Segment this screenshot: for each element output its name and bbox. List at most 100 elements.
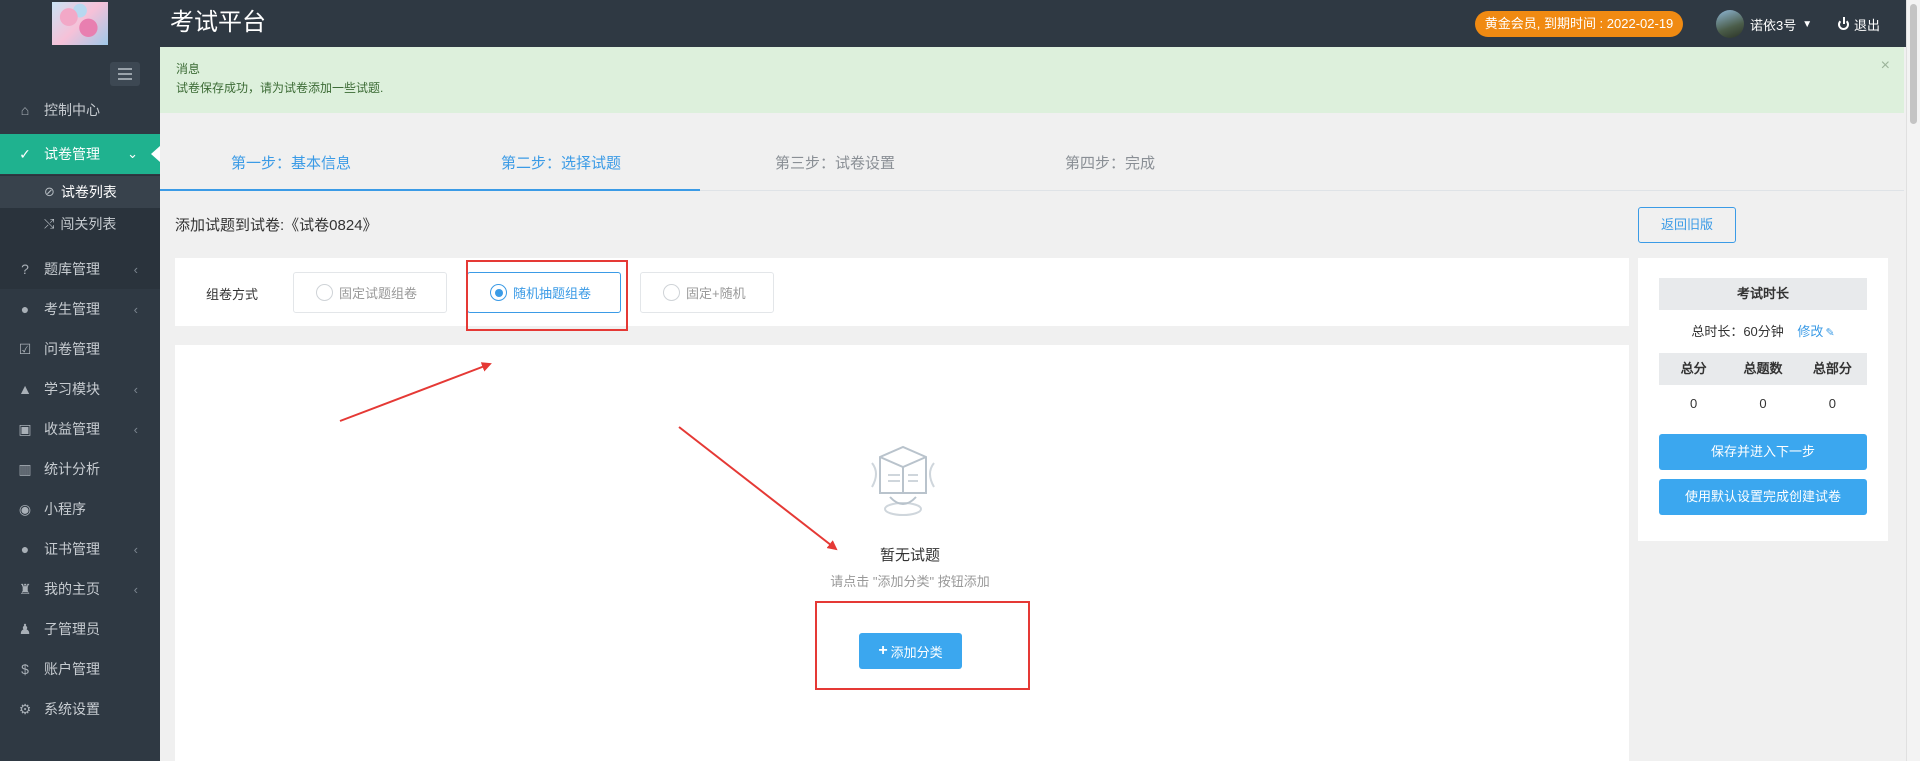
sidebar-item-sub-admin[interactable]: ♟ 子管理员 [0, 609, 160, 649]
exam-duration-row: 总时长：60分钟 修改 ✎ [1638, 321, 1888, 340]
money-icon: ▣ [18, 420, 32, 437]
empty-state-hint: 请点击 "添加分类" 按钮添加 [830, 574, 990, 589]
stats-header: 总分 总题数 总部分 [1659, 353, 1867, 385]
sidebar-item-label: 考生管理 [44, 301, 100, 317]
sidebar: ⌂ 控制中心 ✓ 试卷管理 ⌄ ⊘ 试卷列表 ⤭ 闯关列表 ? 题库管理 ‹ ●… [0, 47, 160, 761]
gear-icon: ⚙ [18, 700, 32, 717]
wechat-icon: ◉ [18, 500, 32, 517]
pencil-icon: ✎ [1825, 327, 1835, 339]
sidebar-item-label: 子管理员 [44, 621, 100, 637]
sidebar-item-settings[interactable]: ⚙ 系统设置 [0, 689, 160, 729]
sidebar-item-label: 问卷管理 [44, 341, 100, 357]
logo-image[interactable] [52, 2, 108, 45]
step-4[interactable]: 第四步：完成 [1065, 152, 1155, 173]
empty-state-title: 暂无试题 [879, 547, 940, 564]
graduation-cap-icon: ▲ [18, 381, 32, 397]
step-progress-bar [160, 189, 700, 191]
stats-total-score: 0 [1690, 396, 1698, 411]
alert-title: 消息 [176, 62, 201, 76]
chevron-left-icon: ‹ [133, 301, 138, 317]
checkbox-icon: ☑ [18, 340, 32, 357]
active-indicator [151, 146, 160, 162]
sidebar-item-examinees[interactable]: ● 考生管理 ‹ [0, 289, 160, 329]
option-label: 固定+随机 [686, 286, 746, 301]
annotation-highlight-box [466, 260, 628, 331]
sidebar-item-question-bank[interactable]: ? 题库管理 ‹ [0, 249, 160, 289]
alert-message: 试卷保存成功，请为试卷添加一些试题. [176, 81, 384, 95]
sidebar-item-label: 账户管理 [44, 661, 100, 677]
page-title: 添加试题到试卷:《试卷0824》 [175, 217, 378, 234]
save-and-next-button[interactable]: 保存并进入下一步 [1659, 434, 1867, 470]
sidebar-item-label: 系统设置 [44, 701, 100, 717]
annotation-highlight-box [815, 601, 1030, 690]
step-tabs: 第一步：基本信息 第二步：选择试题 第三步：试卷设置 第四步：完成 [160, 113, 1904, 191]
page-scrollbar[interactable] [1906, 0, 1920, 761]
check-circle-icon: ✓ [19, 145, 31, 162]
question-circle-icon: ? [21, 261, 29, 277]
sidebar-item-label: 小程序 [44, 501, 86, 517]
option-fixed-questions[interactable]: 固定试题组卷 [293, 272, 447, 313]
exam-summary-panel: 考试时长 总时长：60分钟 修改 ✎ 总分 总题数 总部分 0 0 0 保存并进入… [1638, 258, 1888, 541]
step-3[interactable]: 第三步：试卷设置 [775, 152, 895, 173]
compose-method-label: 组卷方式 [206, 287, 259, 302]
stats-values: 0 0 0 [1659, 393, 1867, 415]
sidebar-item-learning[interactable]: ▲ 学习模块 ‹ [0, 369, 160, 409]
sidebar-item-label: 学习模块 [44, 381, 100, 397]
logout-label: 退出 [1854, 18, 1881, 33]
radio-icon [316, 284, 333, 301]
chevron-down-icon: ▼ [1802, 18, 1813, 30]
stats-section-count: 0 [1828, 396, 1836, 411]
sidebar-item-label: 统计分析 [44, 461, 100, 477]
user-icon: ● [20, 301, 30, 317]
sidebar-item-dashboard[interactable]: ⌂ 控制中心 [0, 90, 160, 130]
sidebar-item-account[interactable]: $ 账户管理 [0, 649, 160, 689]
dollar-icon: $ [21, 661, 29, 677]
sidebar-item-label: 试卷列表 [60, 184, 117, 200]
sidebar-item-label: 闯关列表 [60, 216, 117, 232]
power-icon [1838, 17, 1849, 30]
create-with-defaults-button[interactable]: 使用默认设置完成创建试卷 [1659, 479, 1867, 515]
user-menu[interactable]: 诺依3号 ▼ [1716, 10, 1812, 38]
vip-badge[interactable]: 黄金会员, 到期时间 : 2022-02-19 [1475, 11, 1683, 37]
sidebar-subitem-paper-list[interactable]: ⊘ 试卷列表 [0, 176, 160, 208]
stats-header-section-count: 总部分 [1812, 361, 1852, 376]
close-icon[interactable]: × [1881, 57, 1890, 75]
step-1[interactable]: 第一步：基本信息 [231, 152, 351, 173]
sub-admin-icon: ♟ [18, 620, 32, 637]
empty-box-illustration [871, 445, 935, 516]
step-2[interactable]: 第二步：选择试题 [501, 152, 621, 173]
option-fixed-plus-random[interactable]: 固定+随机 [640, 272, 774, 313]
scrollbar-thumb[interactable] [1910, 4, 1917, 124]
sidebar-toggle-button[interactable] [110, 62, 140, 86]
logout-button[interactable]: 退出 [1838, 15, 1880, 34]
chevron-left-icon: ‹ [133, 421, 138, 437]
avatar [1716, 10, 1744, 38]
stats-header-total-score: 总分 [1680, 361, 1707, 376]
sidebar-item-label: 题库管理 [44, 261, 100, 277]
sidebar-item-label: 收益管理 [44, 421, 100, 437]
top-bar: 考试平台 黄金会员, 到期时间 : 2022-02-19 诺依3号 ▼ 退出 [0, 0, 1920, 47]
exam-duration-header: 考试时长 [1659, 278, 1867, 310]
duration-text: 总时长：60分钟 [1691, 324, 1784, 339]
sidebar-item-survey[interactable]: ☑ 问卷管理 [0, 329, 160, 369]
check-circle-icon: ⊘ [44, 184, 55, 199]
shuffle-icon: ⤭ [44, 216, 55, 231]
chevron-left-icon: ‹ [133, 261, 138, 277]
sidebar-subitem-level-list[interactable]: ⤭ 闯关列表 [0, 208, 160, 240]
bar-chart-icon: ▥ [18, 460, 32, 477]
success-alert: 消息 试卷保存成功，请为试卷添加一些试题. × [160, 47, 1904, 113]
sidebar-item-paper-management[interactable]: ✓ 试卷管理 ⌄ [0, 134, 160, 174]
sidebar-item-miniprogram[interactable]: ◉ 小程序 [0, 489, 160, 529]
back-to-old-version-button[interactable]: 返回旧版 [1638, 207, 1736, 243]
sidebar-item-statistics[interactable]: ▥ 统计分析 [0, 449, 160, 489]
radio-icon [663, 284, 680, 301]
option-label: 固定试题组卷 [339, 286, 418, 301]
stats-question-count: 0 [1759, 396, 1767, 411]
chevron-down-icon: ⌄ [127, 146, 138, 161]
compose-method-card: 组卷方式 固定试题组卷 随机抽题组卷 固定+随机 [175, 258, 1629, 326]
user-name: 诺依3号 [1750, 17, 1797, 33]
chevron-left-icon: ‹ [133, 381, 138, 397]
sidebar-item-income[interactable]: ▣ 收益管理 ‹ [0, 409, 160, 449]
edit-duration-link[interactable]: 修改 ✎ [1797, 324, 1834, 339]
sidebar-item-label: 试卷管理 [44, 146, 100, 162]
